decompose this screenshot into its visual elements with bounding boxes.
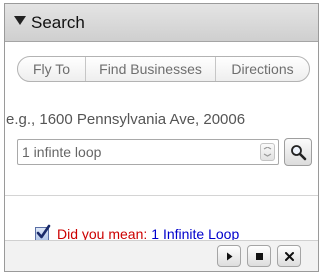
stop-button[interactable] xyxy=(247,245,271,267)
search-hint: e.g., 1600 Pennsylvania Ave, 20006 xyxy=(6,111,246,128)
search-mode-tabs: Fly To Find Businesses Directions xyxy=(17,56,310,82)
triangle-down-icon[interactable] xyxy=(14,16,26,25)
panel-header[interactable]: Search xyxy=(5,4,318,42)
clear-button[interactable] xyxy=(277,245,301,267)
tab-fly-to[interactable]: Fly To xyxy=(18,57,86,81)
divider xyxy=(5,195,318,196)
panel-title: Search xyxy=(31,13,85,32)
results-toolbar xyxy=(5,240,318,271)
history-dropdown-button[interactable] xyxy=(260,143,275,161)
tab-directions[interactable]: Directions xyxy=(216,57,309,81)
search-panel: Search Fly To Find Businesses Directions… xyxy=(4,3,319,272)
search-field[interactable] xyxy=(17,139,279,165)
tab-find-businesses[interactable]: Find Businesses xyxy=(86,57,216,81)
chevron-down-icon xyxy=(263,147,272,157)
play-button[interactable] xyxy=(217,245,241,267)
checkmark-icon xyxy=(36,224,51,239)
suggestion-checkbox[interactable] xyxy=(35,224,51,241)
play-icon xyxy=(227,252,233,261)
search-button[interactable] xyxy=(284,138,312,166)
close-icon xyxy=(285,252,294,261)
search-input[interactable] xyxy=(22,142,247,162)
magnifier-icon xyxy=(291,145,307,161)
stop-icon xyxy=(256,253,263,260)
